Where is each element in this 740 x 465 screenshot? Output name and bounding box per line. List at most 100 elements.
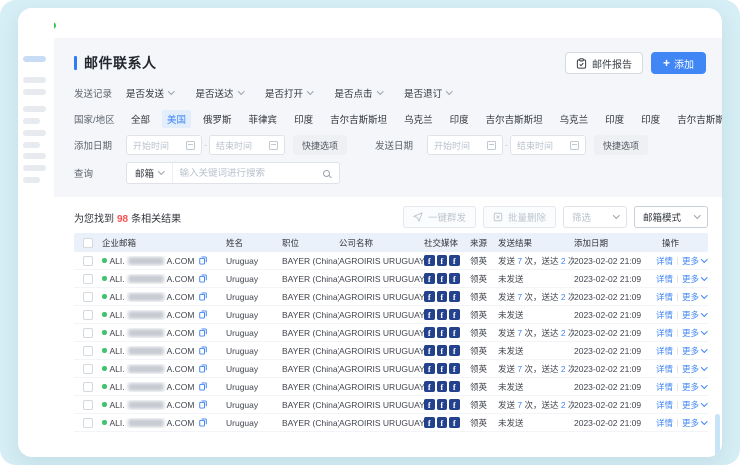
filter-select[interactable]: 筛选 bbox=[563, 206, 627, 228]
more-link[interactable]: 更多 bbox=[682, 309, 707, 321]
country-option[interactable]: 吉尔吉斯斯坦 bbox=[481, 110, 548, 128]
add-date-end-input[interactable]: 结束时间 bbox=[209, 135, 285, 155]
row-checkbox[interactable] bbox=[83, 274, 93, 284]
sidebar-item[interactable] bbox=[23, 165, 46, 171]
copy-icon[interactable] bbox=[199, 256, 207, 265]
detail-link[interactable]: 详情 bbox=[656, 345, 673, 357]
detail-link[interactable]: 详情 bbox=[656, 381, 673, 393]
copy-icon[interactable] bbox=[199, 400, 207, 409]
more-link[interactable]: 更多 bbox=[682, 255, 707, 267]
facebook-icon[interactable] bbox=[437, 417, 448, 428]
sidebar-item[interactable] bbox=[23, 142, 40, 148]
facebook-icon[interactable] bbox=[449, 291, 460, 302]
country-option[interactable]: 吉尔吉斯斯坦 bbox=[672, 110, 722, 128]
detail-link[interactable]: 详情 bbox=[656, 417, 673, 429]
send-date-end-input[interactable]: 结束时间 bbox=[510, 135, 586, 155]
country-option[interactable]: 乌克兰 bbox=[555, 110, 594, 128]
status-filter-dropdown[interactable]: 是否发送 bbox=[126, 86, 174, 100]
copy-icon[interactable] bbox=[199, 310, 207, 319]
country-option[interactable]: 印度 bbox=[445, 110, 474, 128]
detail-link[interactable]: 详情 bbox=[656, 273, 673, 285]
detail-link[interactable]: 详情 bbox=[656, 363, 673, 375]
country-option[interactable]: 吉尔吉斯斯坦 bbox=[325, 110, 392, 128]
status-filter-dropdown[interactable]: 是否打开 bbox=[265, 86, 313, 100]
country-option[interactable]: 全部 bbox=[126, 110, 155, 128]
facebook-icon[interactable] bbox=[437, 381, 448, 392]
country-option[interactable]: 菲律宾 bbox=[244, 110, 283, 128]
facebook-icon[interactable] bbox=[449, 273, 460, 284]
facebook-icon[interactable] bbox=[424, 291, 435, 302]
sidebar-item[interactable] bbox=[23, 106, 46, 112]
facebook-icon[interactable] bbox=[437, 273, 448, 284]
facebook-icon[interactable] bbox=[437, 399, 448, 410]
copy-icon[interactable] bbox=[199, 292, 207, 301]
status-filter-dropdown[interactable]: 是否退订 bbox=[404, 86, 452, 100]
facebook-icon[interactable] bbox=[449, 363, 460, 374]
select-all-checkbox[interactable] bbox=[83, 238, 93, 248]
more-link[interactable]: 更多 bbox=[682, 363, 707, 375]
mode-select[interactable]: 邮箱模式 bbox=[634, 206, 708, 228]
country-option[interactable]: 美国 bbox=[162, 110, 191, 128]
status-filter-dropdown[interactable]: 是否点击 bbox=[335, 86, 383, 100]
country-option[interactable]: 俄罗斯 bbox=[198, 110, 237, 128]
detail-link[interactable]: 详情 bbox=[656, 327, 673, 339]
copy-icon[interactable] bbox=[199, 382, 207, 391]
more-link[interactable]: 更多 bbox=[682, 345, 707, 357]
sidebar-item[interactable] bbox=[23, 153, 46, 159]
facebook-icon[interactable] bbox=[424, 327, 435, 338]
facebook-icon[interactable] bbox=[437, 345, 448, 356]
row-checkbox[interactable] bbox=[83, 292, 93, 302]
more-link[interactable]: 更多 bbox=[682, 381, 707, 393]
facebook-icon[interactable] bbox=[449, 417, 460, 428]
detail-link[interactable]: 详情 bbox=[656, 255, 673, 267]
facebook-icon[interactable] bbox=[424, 309, 435, 320]
add-date-quick-options-button[interactable]: 快捷选项 bbox=[293, 135, 347, 155]
facebook-icon[interactable] bbox=[437, 363, 448, 374]
facebook-icon[interactable] bbox=[424, 273, 435, 284]
detail-link[interactable]: 详情 bbox=[656, 291, 673, 303]
add-contact-button[interactable]: + 添加 bbox=[651, 52, 706, 74]
detail-link[interactable]: 详情 bbox=[656, 399, 673, 411]
facebook-icon[interactable] bbox=[449, 309, 460, 320]
more-link[interactable]: 更多 bbox=[682, 291, 707, 303]
facebook-icon[interactable] bbox=[437, 291, 448, 302]
row-checkbox[interactable] bbox=[83, 364, 93, 374]
bulk-send-button[interactable]: 一键群发 bbox=[403, 206, 476, 228]
bulk-delete-button[interactable]: 批量删除 bbox=[483, 206, 556, 228]
facebook-icon[interactable] bbox=[437, 327, 448, 338]
more-link[interactable]: 更多 bbox=[682, 399, 707, 411]
vertical-scrollbar[interactable] bbox=[715, 414, 720, 457]
status-filter-dropdown[interactable]: 是否送达 bbox=[196, 86, 244, 100]
row-checkbox[interactable] bbox=[83, 418, 93, 428]
add-date-start-input[interactable]: 开始时间 bbox=[126, 135, 202, 155]
detail-link[interactable]: 详情 bbox=[656, 309, 673, 321]
copy-icon[interactable] bbox=[199, 274, 207, 283]
facebook-icon[interactable] bbox=[424, 417, 435, 428]
sidebar-item[interactable] bbox=[23, 77, 46, 83]
sidebar-item[interactable] bbox=[23, 89, 46, 95]
facebook-icon[interactable] bbox=[424, 345, 435, 356]
copy-icon[interactable] bbox=[199, 364, 207, 373]
search-field-select[interactable]: 邮箱 bbox=[127, 163, 173, 183]
copy-icon[interactable] bbox=[199, 418, 207, 427]
row-checkbox[interactable] bbox=[83, 382, 93, 392]
facebook-icon[interactable] bbox=[424, 255, 435, 266]
more-link[interactable]: 更多 bbox=[682, 273, 707, 285]
country-option[interactable]: 印度 bbox=[600, 110, 629, 128]
email-report-button[interactable]: 邮件报告 bbox=[565, 52, 643, 74]
facebook-icon[interactable] bbox=[449, 345, 460, 356]
copy-icon[interactable] bbox=[199, 346, 207, 355]
sidebar-item[interactable] bbox=[23, 118, 40, 124]
facebook-icon[interactable] bbox=[449, 255, 460, 266]
row-checkbox[interactable] bbox=[83, 346, 93, 356]
country-option[interactable]: 乌克兰 bbox=[399, 110, 438, 128]
facebook-icon[interactable] bbox=[437, 255, 448, 266]
row-checkbox[interactable] bbox=[83, 310, 93, 320]
country-option[interactable]: 印度 bbox=[636, 110, 665, 128]
row-checkbox[interactable] bbox=[83, 400, 93, 410]
copy-icon[interactable] bbox=[199, 328, 207, 337]
facebook-icon[interactable] bbox=[449, 399, 460, 410]
facebook-icon[interactable] bbox=[424, 363, 435, 374]
facebook-icon[interactable] bbox=[449, 381, 460, 392]
send-date-quick-options-button[interactable]: 快捷选项 bbox=[594, 135, 648, 155]
